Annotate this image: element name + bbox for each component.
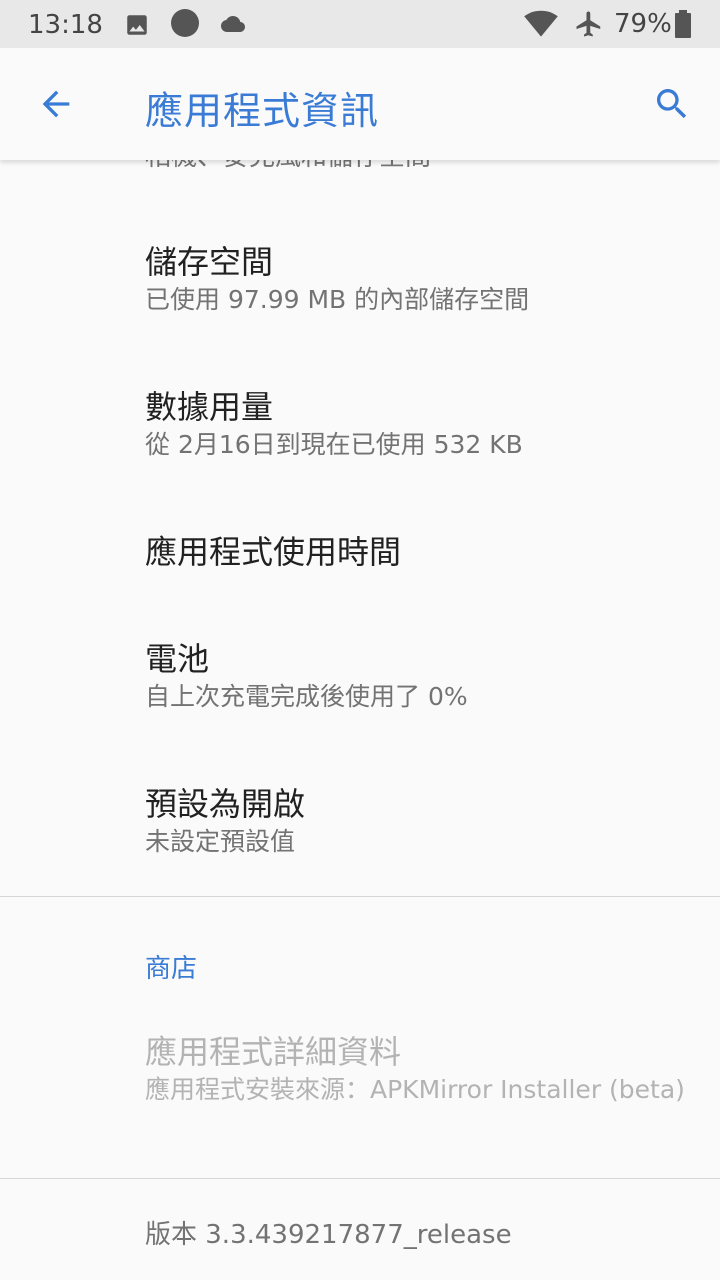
item-title: 儲存空間 [145,243,274,281]
item-title: 預設為開啟 [145,785,306,823]
item-title: 應用程式詳細資料 [145,1033,402,1071]
battery-percentage: 79% [614,9,672,39]
status-time: 13:18 [28,10,103,40]
arrow-back-icon[interactable] [36,84,76,124]
search-icon[interactable] [652,84,692,124]
item-subtitle: 應用程式安裝來源：APKMirror Installer (beta) [145,1075,685,1104]
item-subtitle: 自上次充電完成後使用了 0% [145,682,468,711]
open-by-default-item[interactable]: 預設為開啟 未設定預設值 [145,784,685,858]
item-title: 電池 [145,640,210,678]
cloud-icon [218,12,248,40]
item-subtitle: 已使用 97.99 MB 的內部儲存空間 [145,285,530,314]
item-subtitle: 從 2月16日到現在已使用 532 KB [145,430,523,459]
battery-icon [674,10,692,42]
item-title: 數據用量 [145,388,274,426]
store-section-header: 商店 [145,954,198,984]
divider [0,896,720,897]
item-title: 應用程式使用時間 [145,533,402,571]
circle-icon [170,8,200,42]
app-bar: 應用程式資訊 [0,48,720,160]
wifi-icon [524,10,558,42]
battery-item[interactable]: 電池 自上次充電完成後使用了 0% [145,639,685,713]
app-usage-time-item[interactable]: 應用程式使用時間 [145,532,685,572]
app-details-item: 應用程式詳細資料 應用程式安裝來源：APKMirror Installer (b… [145,1032,685,1106]
image-icon [124,12,150,42]
airplane-icon [574,9,604,43]
settings-list: 相機、麥克風和儲存空間 儲存空間 已使用 97.99 MB 的內部儲存空間 數據… [0,160,720,1280]
item-subtitle: 未設定預設值 [145,827,296,856]
data-usage-item[interactable]: 數據用量 從 2月16日到現在已使用 532 KB [145,387,685,461]
divider [0,1178,720,1179]
status-bar: 13:18 79% [0,0,720,48]
version-text: 版本 3.3.439217877_release [145,1220,512,1250]
storage-item[interactable]: 儲存空間 已使用 97.99 MB 的內部儲存空間 [145,242,685,316]
page-title: 應用程式資訊 [145,89,380,133]
permissions-summary-partial: 相機、麥克風和儲存空間 [145,160,431,173]
